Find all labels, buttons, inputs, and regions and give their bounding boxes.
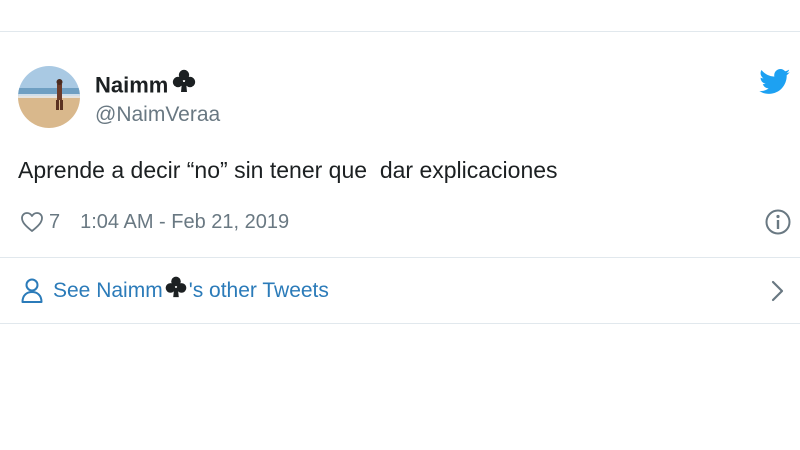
club-icon — [164, 275, 188, 305]
middle-divider — [0, 257, 800, 258]
tweet-card: Naimm @NaimVeraa Aprende a decir “no” si… — [0, 0, 800, 450]
info-icon[interactable] — [764, 208, 792, 236]
display-name-text: Naimm — [95, 72, 169, 98]
user-handle[interactable]: @NaimVeraa — [95, 101, 220, 129]
display-name[interactable]: Naimm — [95, 68, 197, 103]
like-count[interactable]: 7 — [49, 211, 60, 234]
see-more-prefix: See Naimm — [53, 279, 163, 302]
club-icon — [171, 68, 197, 101]
timestamp[interactable]: 1:04 AM - Feb 21, 2019 — [80, 211, 289, 234]
twitter-bird-icon[interactable] — [759, 69, 791, 95]
tweet-text: Aprende a decir “no” sin tener que dar e… — [18, 157, 558, 183]
top-divider — [0, 31, 800, 32]
bottom-divider — [0, 323, 800, 324]
avatar[interactable] — [18, 66, 80, 128]
tweet-meta: 7 1:04 AM - Feb 21, 2019 — [20, 208, 289, 236]
heart-icon[interactable] — [20, 211, 44, 233]
see-more-suffix: 's other Tweets — [188, 279, 329, 302]
chevron-right-icon[interactable] — [770, 278, 786, 304]
person-icon — [20, 277, 44, 305]
see-other-tweets-link[interactable]: See Naimm 's other Tweets — [20, 276, 329, 306]
